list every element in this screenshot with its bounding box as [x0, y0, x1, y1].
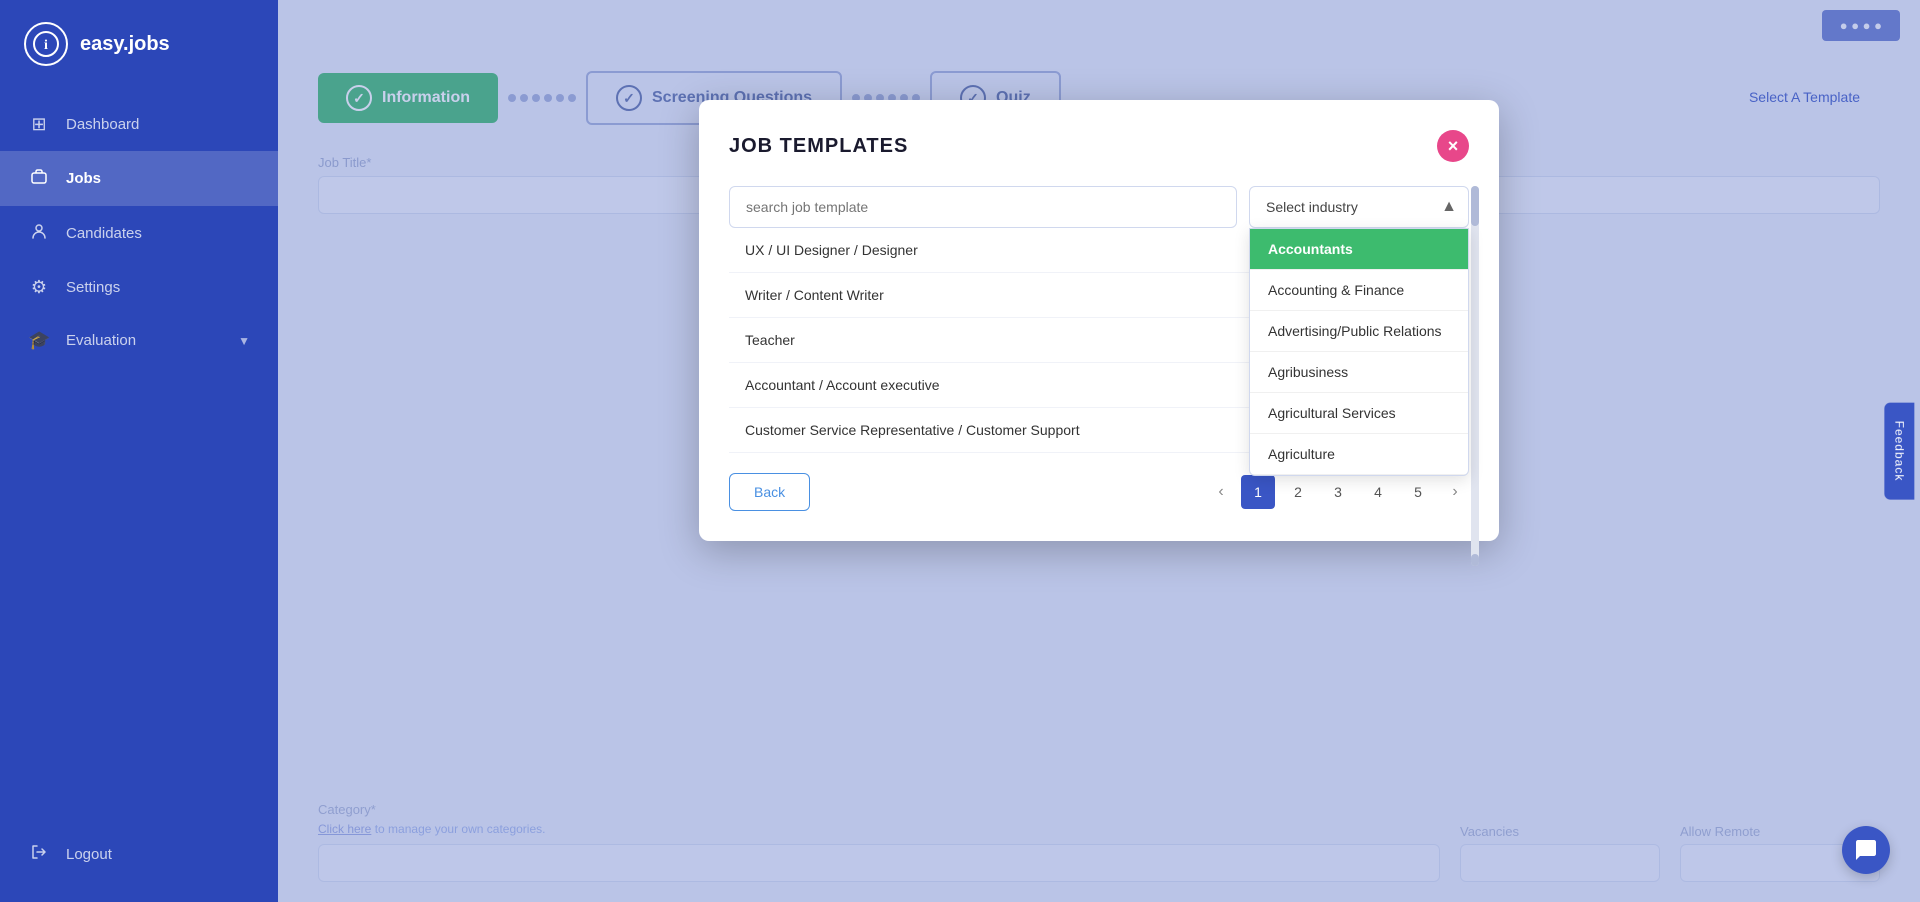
sidebar-item-jobs[interactable]: Jobs	[0, 151, 278, 206]
sidebar-item-dashboard[interactable]: ⊞ Dashboard	[0, 98, 278, 151]
search-row: Select industry ▲ Accountants Accounting…	[729, 186, 1469, 228]
page-btn-5[interactable]: 5	[1401, 475, 1435, 509]
job-templates-modal: JOB TEMPLATES × Select industry ▲ Accoun…	[699, 100, 1499, 541]
sidebar-nav: ⊞ Dashboard Jobs Candidates ⚙ Settings 🎓…	[0, 88, 278, 827]
prev-page-arrow[interactable]: ‹	[1207, 478, 1235, 506]
industry-select[interactable]: Select industry	[1249, 186, 1469, 228]
modal-scrollbar[interactable]	[1471, 186, 1479, 566]
page-btn-1[interactable]: 1	[1241, 475, 1275, 509]
sidebar-item-evaluation[interactable]: 🎓 Evaluation ▼	[0, 314, 278, 367]
logo-text: easy.jobs	[80, 33, 170, 56]
industry-placeholder: Select industry	[1266, 199, 1358, 215]
search-input[interactable]	[729, 186, 1237, 228]
svg-text:i: i	[44, 38, 48, 53]
page-controls: ‹ 1 2 3 4 5 ›	[1207, 475, 1469, 509]
sidebar-label-candidates: Candidates	[66, 225, 142, 242]
sidebar-item-logout[interactable]: Logout	[0, 827, 278, 882]
sidebar-label-logout: Logout	[66, 846, 112, 863]
sidebar-label-settings: Settings	[66, 279, 120, 296]
modal-header: JOB TEMPLATES ×	[729, 130, 1469, 162]
main-content: ● ● ● ● ✓ Information ✓ Screening Questi…	[278, 0, 1920, 902]
jobs-icon	[28, 167, 50, 190]
page-btn-3[interactable]: 3	[1321, 475, 1355, 509]
next-page-arrow[interactable]: ›	[1441, 478, 1469, 506]
sidebar-logo: i easy.jobs	[0, 0, 278, 88]
sidebar-item-settings[interactable]: ⚙ Settings	[0, 261, 278, 314]
settings-icon: ⚙	[28, 277, 50, 298]
sidebar: i easy.jobs ⊞ Dashboard Jobs Candidates …	[0, 0, 278, 902]
sidebar-label-evaluation: Evaluation	[66, 332, 136, 349]
modal-close-button[interactable]: ×	[1437, 130, 1469, 162]
industry-dropdown: Accountants Accounting & Finance Adverti…	[1249, 228, 1469, 476]
dashboard-icon: ⊞	[28, 114, 50, 135]
modal-title: JOB TEMPLATES	[729, 135, 908, 158]
feedback-tab[interactable]: Feedback	[1885, 403, 1915, 500]
industry-select-wrapper: Select industry ▲ Accountants Accounting…	[1249, 186, 1469, 228]
scrollbar-thumb	[1471, 186, 1479, 226]
page-btn-2[interactable]: 2	[1281, 475, 1315, 509]
dropdown-item-accounting-finance[interactable]: Accounting & Finance	[1250, 270, 1468, 311]
dropdown-item-agriculture[interactable]: Agriculture	[1250, 434, 1468, 475]
logout-icon	[28, 843, 50, 866]
dropdown-item-accountants[interactable]: Accountants	[1250, 229, 1468, 270]
evaluation-chevron-icon: ▼	[238, 334, 250, 348]
candidates-icon	[28, 222, 50, 245]
sidebar-item-candidates[interactable]: Candidates	[0, 206, 278, 261]
chat-bubble[interactable]	[1842, 826, 1890, 874]
dropdown-item-agribusiness[interactable]: Agribusiness	[1250, 352, 1468, 393]
evaluation-icon: 🎓	[28, 330, 50, 351]
sidebar-label-jobs: Jobs	[66, 170, 101, 187]
logo-icon: i	[24, 22, 68, 66]
back-button[interactable]: Back	[729, 473, 810, 511]
dropdown-item-advertising[interactable]: Advertising/Public Relations	[1250, 311, 1468, 352]
scrollbar-bottom	[1471, 554, 1479, 566]
sidebar-label-dashboard: Dashboard	[66, 116, 139, 133]
page-btn-4[interactable]: 4	[1361, 475, 1395, 509]
dropdown-item-agricultural-services[interactable]: Agricultural Services	[1250, 393, 1468, 434]
